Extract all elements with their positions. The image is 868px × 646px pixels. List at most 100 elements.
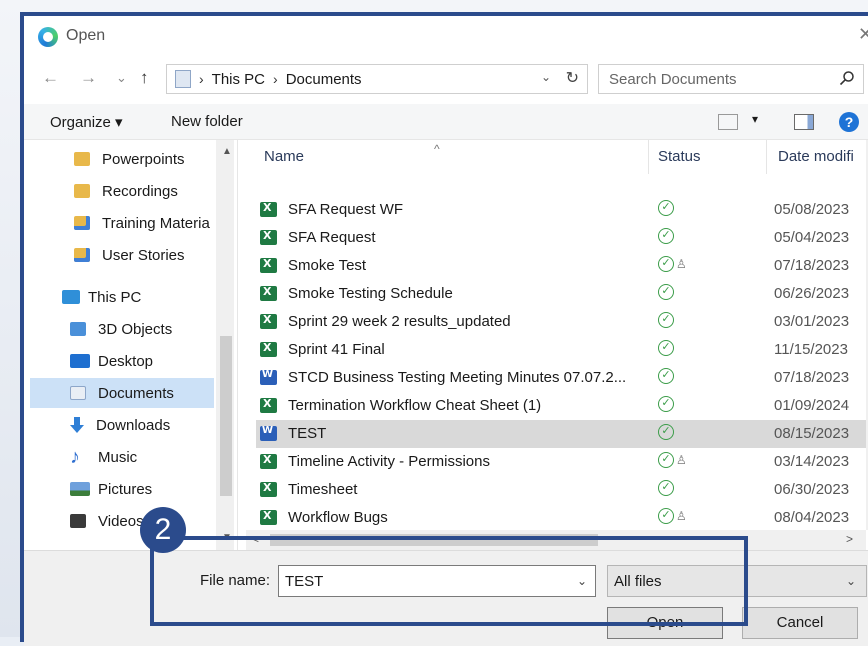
sidebar-item-label: Music [98,448,138,466]
sync-status-check-icon: ✓ [658,200,674,216]
search-icon[interactable] [839,70,855,86]
file-row[interactable]: Sprint 41 Final ✓ 11/15/2023 [256,336,868,364]
excel-file-icon [260,285,277,301]
file-name: Smoke Testing Schedule [288,285,453,302]
sync-status-check-icon: ✓ [658,508,674,524]
edge-browser-icon [38,27,58,47]
sync-status-check-icon: ✓ [658,340,674,356]
chevron-down-icon[interactable]: ⌄ [846,574,856,588]
chevron-right-icon: › [273,71,278,87]
file-row[interactable]: Workflow Bugs ✓♙ 08/04/2023 [256,504,868,532]
column-header-date-modified[interactable]: Date modifi [778,140,854,174]
file-row[interactable]: STCD Business Testing Meeting Minutes 07… [256,364,868,392]
sidebar-item-label: Videos [98,512,144,530]
file-name: Termination Workflow Cheat Sheet (1) [288,397,542,414]
file-date-modified: 07/18/2023 [774,257,850,274]
file-name: Sprint 29 week 2 results_updated [288,313,511,330]
view-options-dropdown[interactable]: ▾ [752,112,758,126]
annotation-highlight-box [150,536,748,626]
cancel-button[interactable]: Cancel [742,607,858,639]
address-dropdown-button[interactable]: ⌄ [541,70,551,84]
scroll-right-arrow-icon[interactable]: > [846,532,853,546]
file-row[interactable]: TEST ✓ 08/15/2023 [256,420,868,448]
column-divider[interactable] [648,140,649,174]
sidebar-item-this-pc[interactable]: This PC [24,282,214,312]
file-date-modified: 11/15/2023 [774,341,848,358]
sidebar-item-recordings[interactable]: Recordings [24,176,214,206]
sidebar-item-documents[interactable]: Documents [30,378,214,408]
sidebar-item-label: Recordings [102,182,178,200]
sync-status-check-icon: ✓ [658,312,674,328]
sync-status-check-icon: ✓ [658,396,674,412]
file-row[interactable]: Smoke Test ✓♙ 07/18/2023 [256,252,868,280]
file-date-modified: 06/26/2023 [774,285,850,302]
sidebar-item-powerpoints[interactable]: Powerpoints [24,144,214,174]
pictures-icon [70,482,90,496]
breadcrumb-this-pc[interactable]: This PC [212,71,265,88]
excel-file-icon [260,453,277,469]
search-box[interactable]: Search Documents [598,64,864,94]
sync-status-check-icon: ✓ [658,256,674,272]
sidebar-scroll-thumb[interactable] [220,336,232,496]
sync-status-check-icon: ✓ [658,452,674,468]
downloads-icon [70,417,84,433]
file-date-modified: 05/04/2023 [774,229,850,246]
folder-icon [74,184,90,198]
search-input[interactable]: Search Documents [609,71,737,88]
word-file-icon [260,425,277,441]
file-name: Sprint 41 Final [288,341,385,358]
breadcrumb-documents[interactable]: Documents [286,71,362,88]
help-icon[interactable]: ? [839,112,859,132]
column-header-name[interactable]: Name [264,140,304,174]
file-row[interactable]: Sprint 29 week 2 results_updated ✓ 03/01/2… [256,308,868,336]
sidebar-item-label: This PC [88,288,142,306]
new-folder-button[interactable]: New folder [171,113,243,130]
file-row[interactable]: Termination Workflow Cheat Sheet (1) ✓ 01/… [256,392,868,420]
column-divider[interactable] [766,140,767,174]
sidebar-item-pictures[interactable]: Pictures [24,474,214,504]
refresh-button[interactable]: ↻ [566,68,579,88]
sidebar-item-music[interactable]: ♪ Music [24,442,214,472]
up-button[interactable]: ↑ [140,68,149,88]
organize-menu[interactable]: Organize ▾ [50,113,123,131]
file-row[interactable]: Smoke Testing Schedule ✓ 06/26/2023 [256,280,868,308]
forward-button[interactable]: → [80,68,97,88]
sidebar-item-downloads[interactable]: Downloads [24,410,214,440]
close-button[interactable]: ✕ [858,24,868,45]
back-button[interactable]: ← [42,68,59,88]
file-name: STCD Business Testing Meeting Minutes 07… [288,369,627,386]
folder-icon [74,216,90,230]
desktop-icon [70,354,90,368]
file-date-modified: 03/14/2023 [774,453,850,470]
sidebar-item-label: User Stories [102,246,185,264]
folder-icon [74,248,90,262]
navigation-pane: Powerpoints Recordings Training Materia … [24,140,238,550]
sync-status-check-icon: ✓ [658,480,674,496]
sidebar-item-label: Pictures [98,480,153,498]
music-icon: ♪ [70,446,80,468]
sidebar-item-user-stories[interactable]: User Stories [24,240,214,270]
sidebar-item-3d-objects[interactable]: 3D Objects [24,314,214,344]
sidebar-scrollbar[interactable]: ▲ ▼ [216,140,234,550]
sync-status-check-icon: ✓ [658,424,674,440]
preview-pane-icon[interactable] [794,114,814,130]
computer-icon [62,290,80,304]
chevron-right-icon: › [199,71,204,87]
file-row[interactable]: Timesheet ✓ 06/30/2023 [256,476,868,504]
title-bar: Open ✕ [24,16,868,56]
excel-file-icon [260,341,277,357]
file-date-modified: 08/04/2023 [774,509,850,526]
command-bar: Organize ▾ New folder ▾ ? [24,104,868,140]
sidebar-item-training-materials[interactable]: Training Materia [24,208,214,238]
scroll-up-arrow-icon[interactable]: ▲ [222,146,232,157]
file-row[interactable]: Timeline Activity - Permissions ✓♙ 03/14/2… [256,448,868,476]
navigation-bar: ← → ⌄ ↑ › This PC › Documents ⌄ ↻ Search… [24,62,868,96]
column-header-status[interactable]: Status [658,140,701,174]
excel-file-icon [260,313,277,329]
file-row[interactable]: SFA Request WF ✓ 05/08/2023 [256,196,868,224]
file-row[interactable]: SFA Request ✓ 05/04/2023 [256,224,868,252]
change-view-icon[interactable] [718,114,738,130]
address-bar[interactable]: › This PC › Documents ⌄ ↻ [166,64,588,94]
sidebar-item-desktop[interactable]: Desktop [24,346,214,376]
recent-locations-button[interactable]: ⌄ [116,70,127,86]
